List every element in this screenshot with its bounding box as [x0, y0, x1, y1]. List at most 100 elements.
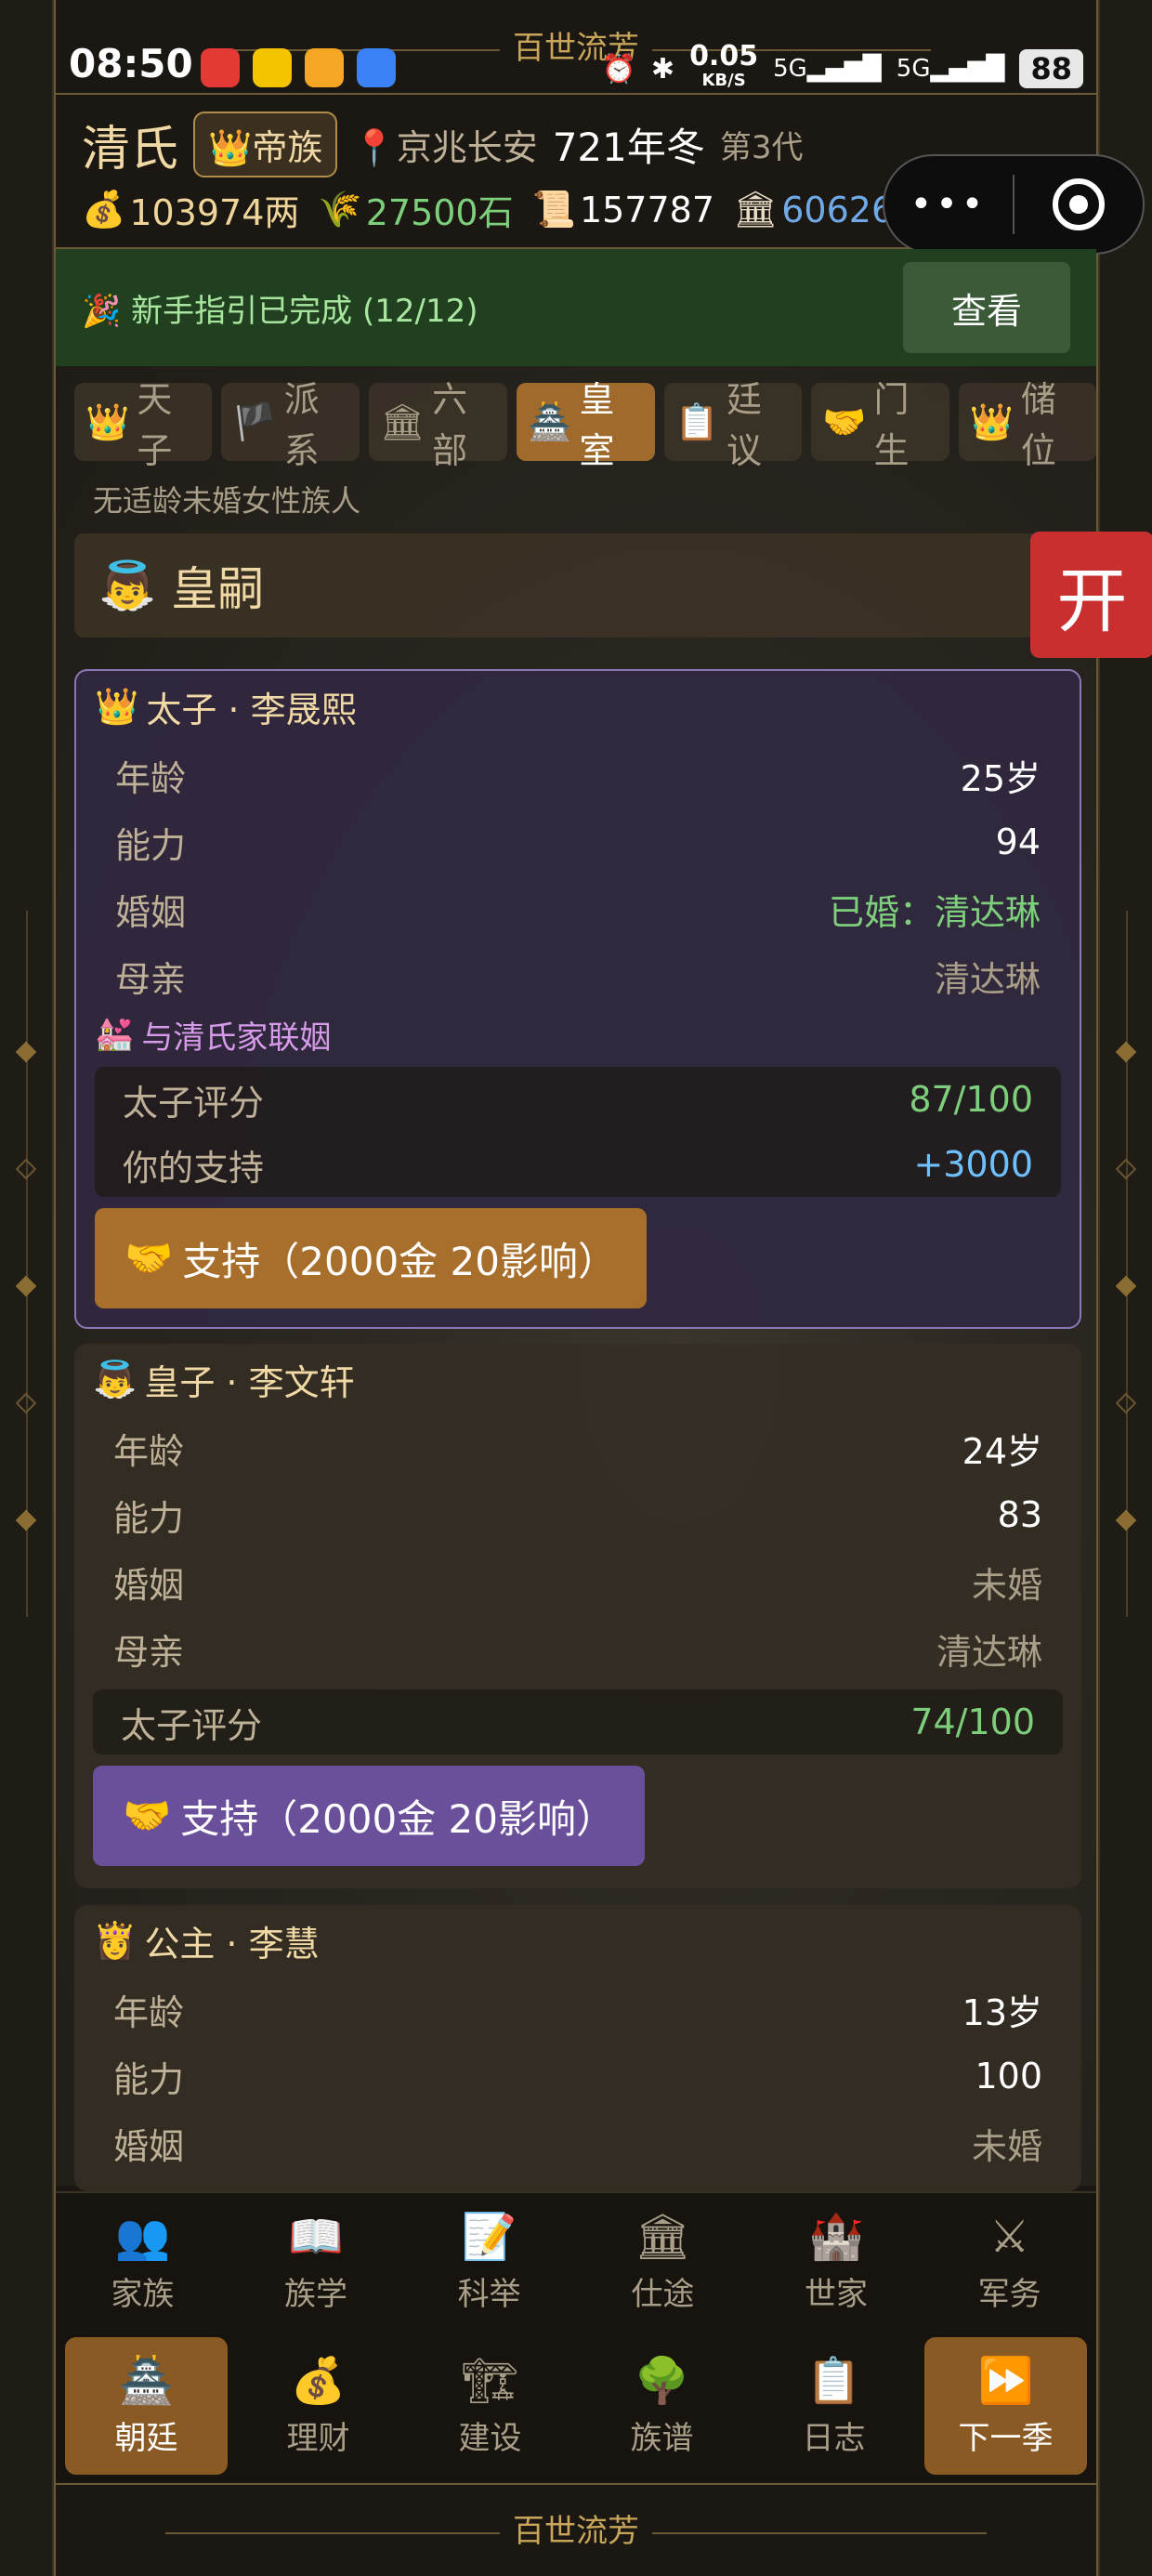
- tutorial-banner: 🎉 新手指引已完成 (12/12) 查看: [56, 249, 1096, 366]
- mother-row: 母亲 清达琳: [113, 1631, 1042, 1673]
- handshake-icon: 🤝: [822, 401, 867, 442]
- browser-app-icon: [357, 48, 396, 87]
- nav-log[interactable]: 📋 日志: [753, 2337, 915, 2475]
- age-row: 年龄 13岁: [113, 1991, 1042, 2033]
- nav-construction[interactable]: 🏗 建设: [409, 2337, 571, 2475]
- clan-name: 清氏: [82, 122, 179, 177]
- nav-noble-families[interactable]: 🏰 世家: [750, 2193, 923, 2331]
- next-season-button[interactable]: ⏩ 下一季: [924, 2337, 1087, 2475]
- more-options-button[interactable]: •••: [884, 183, 1013, 226]
- generation: 第3代: [719, 129, 804, 166]
- tab-factions[interactable]: 🏴 派系: [221, 379, 360, 471]
- nav-military[interactable]: ⚔ 军务: [923, 2193, 1096, 2331]
- ability-row: 能力 83: [113, 1494, 1042, 1539]
- bluetooth-icon: ✱: [650, 52, 675, 85]
- clipboard-icon: 📋: [805, 2354, 862, 2407]
- heir-card-prince: 👼 皇子 · 李文轩 年龄 24岁 能力 83 婚姻 未婚 母亲 清达琳 太子评分 74/1…: [74, 1344, 1081, 1888]
- government-building-icon: 🏛: [634, 2210, 691, 2263]
- view-tutorial-button[interactable]: 查看: [903, 262, 1070, 353]
- grain-icon: 🌾: [318, 189, 362, 230]
- court-tabs: 👑 天子 🏴 派系 🏛 六部 🏯 皇室 📋 廷议 🤝 门生 👑 储位: [74, 379, 1097, 471]
- baby-angel-icon: 👼: [93, 1358, 137, 1400]
- nav-clan-school[interactable]: 📖 族学: [229, 2193, 403, 2331]
- prince-score-row: 太子评分 87/100: [123, 1079, 1033, 1124]
- battery-indicator: 88: [1019, 49, 1083, 88]
- pin-icon: 📍: [352, 127, 397, 168]
- nav-exam[interactable]: 📝 科举: [402, 2193, 576, 2331]
- system-status-bar: 百世流芳 08:50 ⏰ ✱ 0.05 KB/S 5G▂▄▆█ 5G▂▄▆█ 88: [56, 0, 1096, 90]
- tab-succession[interactable]: 👑 储位: [958, 379, 1097, 471]
- tutorial-status: 🎉 新手指引已完成 (12/12): [82, 292, 478, 330]
- tab-six-ministries[interactable]: 🏛 六部: [368, 379, 508, 471]
- fast-forward-icon: ⏩: [977, 2354, 1034, 2407]
- palace-icon: 🏯: [528, 401, 572, 442]
- score-box: 太子评分 74/100: [93, 1689, 1063, 1755]
- nav-genealogy[interactable]: 🌳 族谱: [581, 2337, 743, 2475]
- money-bag-icon: 💰: [290, 2354, 347, 2407]
- clipboard-icon: 📋: [674, 401, 719, 442]
- crown-icon: 👑: [969, 401, 1014, 442]
- handshake-icon: 🤝: [124, 1235, 174, 1281]
- marriage-row: 婚姻 未婚: [113, 1564, 1042, 1606]
- notification-icons: [201, 48, 396, 87]
- clock: 08:50: [69, 41, 193, 86]
- grain-resource: 🌾 27500石: [318, 189, 514, 233]
- bottom-nav-row-1: 👥 家族 📖 族学 📝 科举 🏛 仕途 🏰 世家 ⚔ 军务: [56, 2191, 1096, 2331]
- government-building-icon: 🏛: [733, 189, 779, 230]
- baby-angel-icon: 👼: [98, 558, 157, 612]
- bottom-nav-row-2: 🏯 朝廷 💰 理财 🏗 建设 🌳 族谱 📋 日志 ⏩ 下一季: [56, 2331, 1096, 2481]
- scroll-resource: 📜 157787: [531, 189, 714, 230]
- nav-finance[interactable]: 💰 理财: [237, 2337, 399, 2475]
- miniprogram-capsule: •••: [883, 154, 1145, 255]
- nav-career[interactable]: 🏛 仕途: [576, 2193, 750, 2331]
- crown-icon: 👑: [85, 401, 130, 442]
- wedding-icon: 💒: [95, 1016, 135, 1053]
- close-miniprogram-button[interactable]: [1015, 178, 1143, 230]
- your-support-row: 你的支持 +3000: [123, 1144, 1033, 1189]
- eligibility-hint: 无适龄未婚女性族人: [93, 483, 361, 519]
- age-row: 年龄 24岁: [113, 1430, 1042, 1472]
- nav-clan[interactable]: 👥 家族: [56, 2193, 229, 2331]
- open-floating-button[interactable]: 开: [1030, 532, 1152, 658]
- footer-title: 百世流芳: [513, 2513, 639, 2550]
- ability-row: 能力 100: [113, 2056, 1042, 2100]
- network-speed: 0.05 KB/S: [689, 40, 759, 91]
- alliance-note: 💒 与清氏家联姻: [95, 1016, 332, 1057]
- nav-court[interactable]: 🏯 朝廷: [65, 2337, 228, 2475]
- princess-icon: 👸: [93, 1919, 137, 1961]
- tab-royal-family[interactable]: 🏯 皇室: [517, 379, 655, 471]
- flag-icon: 🏴: [232, 401, 277, 442]
- marriage-row: 婚姻 未婚: [113, 2125, 1042, 2167]
- status-right: ⏰ ✱ 0.05 KB/S 5G▂▄▆█ 5G▂▄▆█ 88: [602, 40, 1083, 93]
- section-title: 皇嗣: [171, 562, 265, 616]
- crossed-swords-icon: ⚔: [989, 2210, 1030, 2263]
- heir-title: 👑 太子 · 李晟熙: [95, 685, 357, 730]
- construction-crane-icon: 🏗: [462, 2354, 518, 2407]
- tab-court-debate[interactable]: 📋 廷议: [663, 379, 803, 471]
- tab-disciples[interactable]: 🤝 门生: [811, 379, 949, 471]
- left-rail: [0, 0, 54, 2576]
- support-button[interactable]: 🤝 支持（2000金 20影响）: [93, 1766, 645, 1866]
- age-row: 年龄 25岁: [115, 757, 1041, 799]
- silver-resource: 💰 103974两: [82, 189, 300, 233]
- book-app-icon: [305, 48, 344, 87]
- memo-icon: 📝: [461, 2210, 517, 2263]
- party-popper-icon: 🎉: [82, 292, 122, 330]
- heir-title: 👼 皇子 · 李文轩: [93, 1358, 355, 1403]
- tab-emperor[interactable]: 👑 天子: [74, 379, 213, 471]
- score-box: 太子评分 87/100 你的支持 +3000: [95, 1067, 1061, 1197]
- ability-row: 能力 94: [115, 821, 1041, 866]
- mother-row: 母亲 清达琳: [115, 958, 1041, 1000]
- scroll-icon: 📜: [531, 189, 576, 230]
- palace-icon: 🏯: [118, 2354, 175, 2407]
- support-button[interactable]: 🤝 支持（2000金 20影响）: [95, 1208, 647, 1308]
- book-icon: 📖: [288, 2210, 344, 2263]
- heirs-section-header: 👼 皇嗣: [74, 533, 1059, 637]
- signal-icon-2: 5G▂▄▆█: [896, 55, 1005, 83]
- heir-title: 👸 公主 · 李慧: [93, 1919, 320, 1965]
- current-year: 721年冬: [552, 125, 705, 170]
- tree-icon: 🌳: [634, 2354, 690, 2407]
- government-building-icon: 🏛: [379, 401, 425, 442]
- location: 📍京兆长安: [352, 127, 538, 168]
- prince-score-row: 太子评分 74/100: [121, 1702, 1035, 1746]
